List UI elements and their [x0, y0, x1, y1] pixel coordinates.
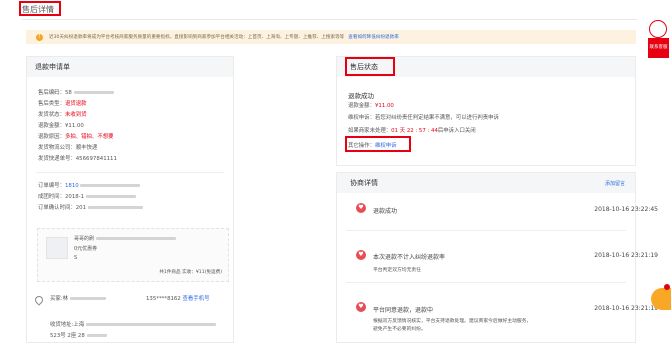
notice-text: 近30天纠纷退款率将成为平台考核商家服务质量的重要指标，直接影响到商家参加平台相… [49, 35, 345, 40]
order-number: 订单编号：1810 [38, 181, 141, 189]
chat-icon[interactable] [651, 288, 671, 310]
field-tracking-number: 发货快递单号：456697841111 [38, 156, 117, 162]
divider [36, 172, 224, 173]
shipping-address: 收货地址:上海 [50, 320, 216, 328]
heart-icon: ♥ [356, 302, 366, 312]
title-highlight-box [19, 1, 61, 16]
order-confirmed-time: 订单确认时间：201 [38, 203, 143, 211]
buyer-name: 买家:林 [50, 294, 106, 302]
countdown-timer: 01 天 22 : 57 : 44 [391, 128, 438, 134]
status-headline: 退款成功 [348, 92, 374, 100]
field-refund-reason: 退款原因：多拍、错拍、不想要 [38, 134, 114, 140]
notification-dot [664, 284, 670, 290]
product-thumbnail [46, 237, 68, 259]
warning-icon: ! [36, 33, 43, 41]
negotiation-title: 协商详情 [337, 173, 635, 193]
field-after-sale-code: 售后编码：58 [38, 88, 114, 96]
status-amount: 退款金额：¥11.00 [348, 103, 394, 109]
negotiation-item-time: 2018-10-16 23:22:45 [594, 206, 658, 213]
negotiation-item-text: 平台同意退款，退款中 [373, 307, 434, 314]
add-message-link[interactable]: 添加留言 [605, 180, 625, 187]
contact-service-tab[interactable]: 联系客服 [648, 38, 669, 58]
title-divider [22, 19, 637, 20]
product-summary: 共1件商品 实收：¥11(免运费) [159, 270, 222, 275]
notice-bar: ! 近30天纠纷退款率将成为平台考核商家服务质量的重要指标，直接影响到商家参加平… [26, 30, 636, 44]
status-hint: 维权申诉：若您对纠纷责任判定结果不满意，可以进行判责申诉 [348, 115, 499, 121]
field-after-sale-type: 售后类型：退货退款 [38, 101, 87, 107]
status-title-highlight-box [345, 57, 395, 76]
product-coupon: 0元优惠券 [74, 246, 98, 252]
order-number-link[interactable]: 1810 [65, 183, 79, 189]
field-refund-amount: 退款金额：¥11.00 [38, 123, 84, 129]
field-shipping-status: 发货状态：未收到货 [38, 112, 87, 118]
refund-application-title: 退款申请单 [27, 57, 233, 77]
negotiation-item-time: 2018-10-16 23:21:19 [594, 252, 658, 259]
status-deadline: 如果商家未处理：01 天 22 : 57 : 44后申诉入口关闭 [348, 128, 476, 134]
divider [346, 230, 626, 231]
negotiation-item-text: 本次退款不计入纠纷退款率 [373, 254, 446, 261]
shipping-address-line2: 523号 2座 28 [50, 331, 107, 339]
negotiation-item-detail: 根据双方反馈情况核实，平台支持退款处理。建议商家今后做好主动服务，避免产生不必要… [373, 319, 532, 332]
mascot-icon [649, 20, 667, 38]
field-logistics-company: 发货物流公司：顺丰快递 [38, 145, 98, 151]
negotiation-item-time: 2018-10-16 23:21:19 [594, 305, 658, 312]
heart-icon: ♥ [356, 250, 366, 260]
order-created-time: 成团时间：2018-1 [38, 192, 136, 200]
negotiation-item-detail: 平台判定双方均无责任 [373, 268, 421, 273]
product-name: 哥哥的刷 [74, 235, 176, 242]
view-phone-link[interactable]: 查看手机号 [183, 296, 210, 302]
product-sku: S [74, 255, 78, 261]
divider [346, 282, 626, 283]
product-card: 哥哥的刷 0元优惠券 S 共1件商品 实收：¥11(免运费) [37, 228, 229, 282]
buyer-phone: 135****8162 查看手机号 [146, 296, 210, 302]
notice-link[interactable]: 查看如何降低纠纷退款率 [348, 34, 399, 40]
other-actions-highlight-box [345, 136, 411, 152]
heart-icon: ♥ [356, 203, 366, 213]
negotiation-item-text: 退款成功 [373, 208, 398, 215]
